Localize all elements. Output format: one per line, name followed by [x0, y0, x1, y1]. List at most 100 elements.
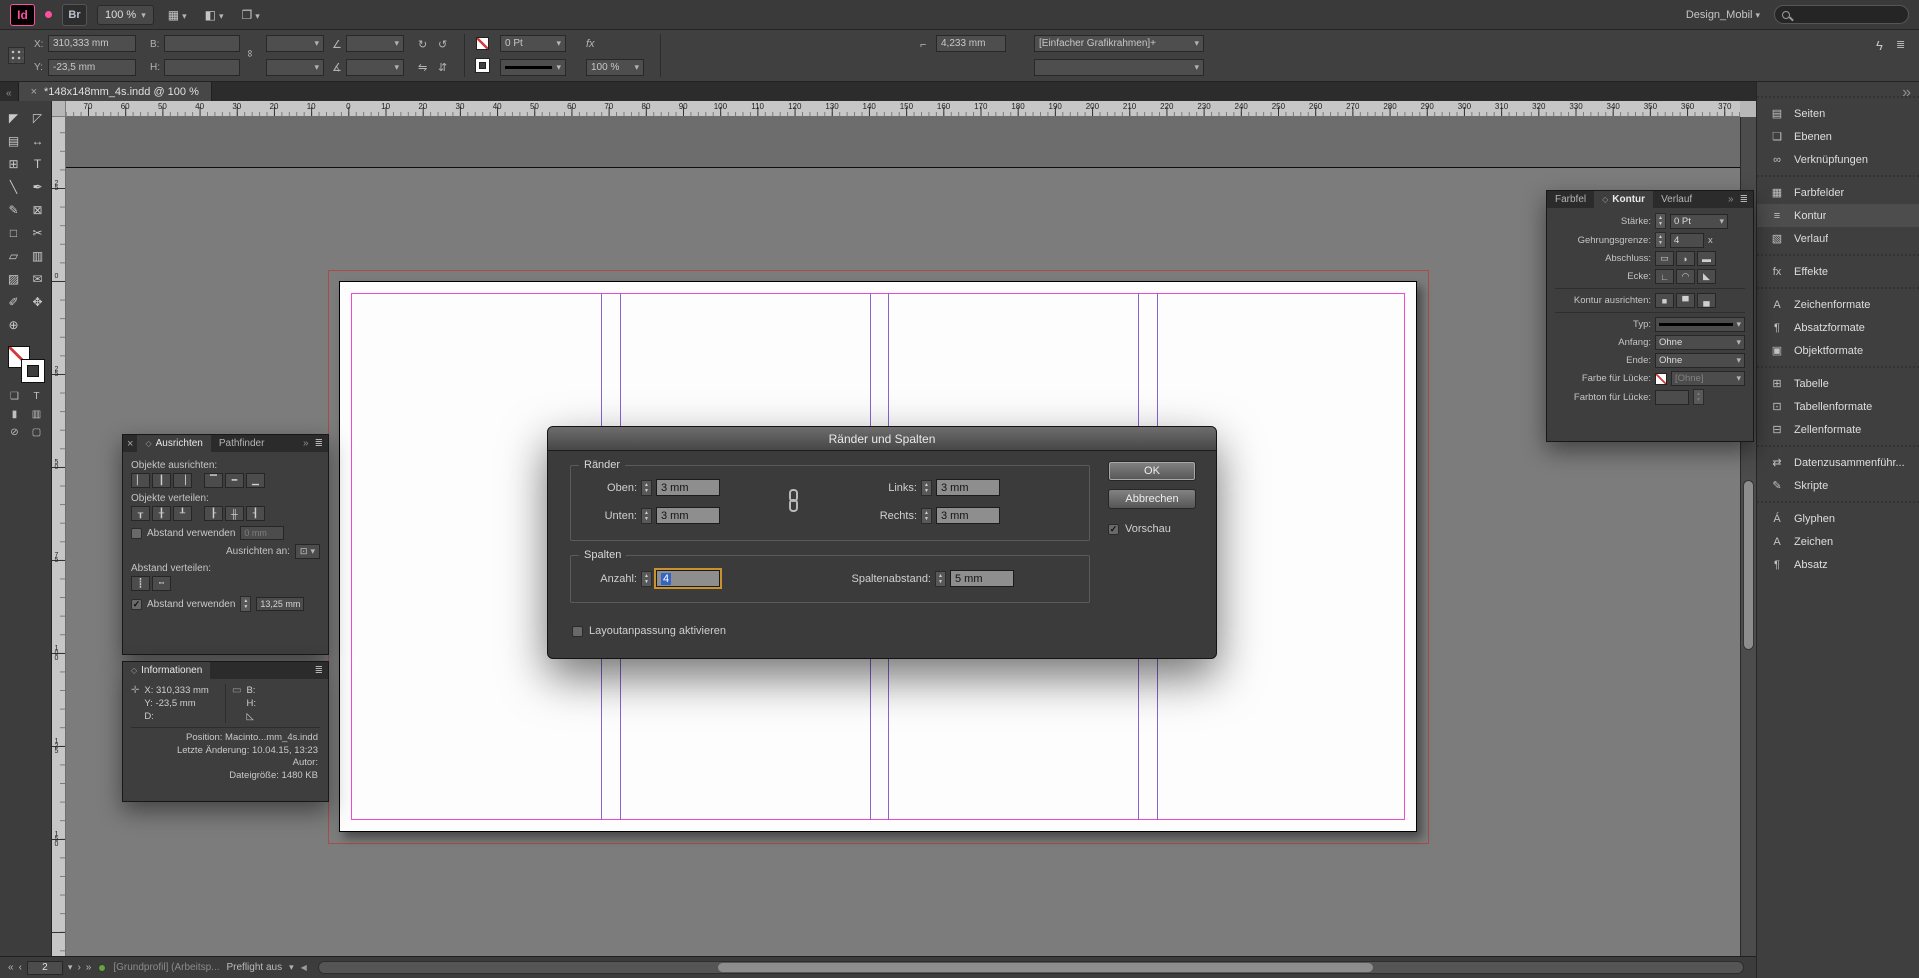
round-cap-button[interactable]: ◗	[1676, 251, 1695, 266]
stroke-color-swatch[interactable]	[476, 37, 489, 50]
top-margin-stepper[interactable]	[641, 480, 652, 496]
bridge-icon[interactable]: Br	[62, 4, 87, 26]
use-spacing2-checkbox[interactable]: Abstand verwenden 13,25 mm	[131, 596, 320, 612]
tab-pathfinder[interactable]: Pathfinder	[211, 435, 273, 452]
distribute-vcenter-button[interactable]: ╂	[152, 506, 171, 521]
opacity-field[interactable]: 100 %	[586, 59, 644, 76]
collapse-tabs-icon[interactable]	[0, 82, 18, 101]
x-position-field[interactable]: 310,333 mm	[48, 35, 136, 52]
zoom-level-dropdown[interactable]: 100 %	[97, 5, 154, 25]
dock-item-objektformate[interactable]: ▣Objektformate	[1757, 339, 1919, 362]
arrange-documents-button[interactable]: ❐	[237, 8, 263, 22]
rectangle-frame-tool[interactable]: ⊠	[26, 198, 50, 221]
type-tool[interactable]: T	[26, 152, 50, 175]
formatting-affects-container-icon[interactable]: ❑	[5, 388, 25, 404]
preview-checkbox[interactable]: Vorschau	[1108, 523, 1171, 535]
cancel-button[interactable]: Abbrechen	[1108, 489, 1196, 509]
dock-item-farbfelder[interactable]: ▦Farbfelder	[1757, 181, 1919, 204]
reference-point-selector[interactable]	[8, 47, 25, 64]
left-margin-field[interactable]: 3 mm	[936, 479, 1000, 496]
close-panel-icon[interactable]	[123, 435, 137, 452]
expand-panels-icon[interactable]	[1902, 84, 1911, 102]
right-margin-field[interactable]: 3 mm	[936, 507, 1000, 524]
top-margin-field[interactable]: 3 mm	[656, 479, 720, 496]
dock-item-absatzformate[interactable]: ¶Absatzformate	[1757, 316, 1919, 339]
pencil-tool[interactable]: ✎	[2, 198, 26, 221]
right-margin-stepper[interactable]	[921, 508, 932, 524]
double-chevron-icon[interactable]	[1728, 194, 1734, 205]
use-spacing-checkbox[interactable]: Abstand verwenden 0 mm	[131, 526, 320, 540]
end-dropdown[interactable]: Ohne	[1655, 353, 1745, 368]
tab-verlauf[interactable]: Verlauf	[1653, 191, 1700, 208]
dock-item-glyphen[interactable]: ÁGlyphen	[1757, 507, 1919, 530]
vertical-ruler[interactable]: 250255075100125150	[52, 117, 66, 956]
gutter-stepper[interactable]	[935, 571, 946, 587]
free-transform-tool[interactable]: ▱	[2, 244, 26, 267]
document-tab[interactable]: *148x148mm_4s.indd @ 100 %	[18, 82, 212, 101]
stroke-type-dropdown[interactable]	[1655, 317, 1745, 332]
selection-tool[interactable]: ◤	[2, 106, 26, 129]
dock-item-tabelle[interactable]: ⊞Tabelle	[1757, 372, 1919, 395]
dock-item-skripte[interactable]: ✎Skripte	[1757, 474, 1919, 497]
bottom-margin-stepper[interactable]	[641, 508, 652, 524]
direct-selection-tool[interactable]: ◸	[26, 106, 50, 129]
dock-item-verlauf[interactable]: ▧Verlauf	[1757, 227, 1919, 250]
dock-item-verknuepfungen[interactable]: ∞Verknüpfungen	[1757, 148, 1919, 171]
object-style-dropdown[interactable]: [Einfacher Grafikrahmen]+	[1034, 35, 1204, 52]
dock-item-tabellenformate[interactable]: ⊡Tabellenformate	[1757, 395, 1919, 418]
gradient-swatch-tool[interactable]: ▥	[26, 244, 50, 267]
distribute-bottom-button[interactable]: ┸	[173, 506, 192, 521]
panel-menu-icon[interactable]	[315, 665, 323, 676]
y-position-field[interactable]: -23,5 mm	[48, 59, 136, 76]
align-vcenter-button[interactable]: ━	[225, 473, 244, 488]
stroke-swatch-icon[interactable]	[22, 360, 44, 382]
align-hcenter-button[interactable]: ┃	[152, 473, 171, 488]
ruler-origin-corner[interactable]	[52, 101, 66, 117]
chevron-down-icon[interactable]	[289, 962, 294, 973]
rotate-ccw-icon[interactable]: ↺	[438, 38, 447, 51]
eyedropper-tool[interactable]: ✐	[2, 290, 26, 313]
search-input[interactable]	[1774, 5, 1909, 24]
dock-item-zeichen[interactable]: AZeichen	[1757, 530, 1919, 553]
chevron-down-icon[interactable]	[68, 962, 73, 973]
dock-item-zeichenformate[interactable]: AZeichenformate	[1757, 293, 1919, 316]
link-margins-icon[interactable]	[787, 489, 800, 515]
view-options-button[interactable]: ▦	[164, 8, 191, 22]
stroke-type-dropdown[interactable]	[500, 59, 566, 76]
content-collector-tool[interactable]: ⊞	[2, 152, 26, 175]
vertical-scrollbar-thumb[interactable]	[1743, 480, 1754, 650]
distribute-vspace-button[interactable]: ┋	[131, 576, 150, 591]
butt-cap-button[interactable]: ▭	[1655, 251, 1674, 266]
column-count-stepper[interactable]	[641, 571, 652, 587]
stroke-weight-dropdown[interactable]: 0 Pt	[500, 35, 566, 52]
scissors-tool[interactable]: ✂	[26, 221, 50, 244]
dock-item-seiten[interactable]: ▤Seiten	[1757, 102, 1919, 125]
flip-vertical-icon[interactable]: ⇵	[438, 61, 447, 74]
page-number-field[interactable]: 2	[27, 961, 63, 975]
layout-adjust-checkbox[interactable]: Layoutanpassung aktivieren	[572, 625, 726, 637]
rotation-angle-field[interactable]	[346, 35, 404, 52]
distribute-top-button[interactable]: ┰	[131, 506, 150, 521]
spacing2-value-field[interactable]: 13,25 mm	[256, 597, 304, 611]
stroke-weight-dropdown[interactable]: 0 Pt	[1670, 214, 1728, 229]
corner-radius-field[interactable]: 4,233 mm	[936, 35, 1006, 52]
shear-angle-field[interactable]	[346, 59, 404, 76]
width-field[interactable]	[164, 35, 240, 52]
miter-join-button[interactable]: ∟	[1655, 269, 1674, 284]
horizontal-scrollbar-thumb[interactable]	[718, 963, 1373, 972]
gap-tool[interactable]: ↔	[26, 129, 50, 152]
bevel-join-button[interactable]: ◣	[1697, 269, 1716, 284]
horizontal-scrollbar[interactable]	[318, 961, 1744, 974]
close-tab-icon[interactable]	[31, 86, 37, 98]
workspace-switcher[interactable]: Design_Mobil	[1682, 9, 1764, 21]
tab-farbfelder[interactable]: Farbfel	[1547, 191, 1594, 208]
quick-apply-icon[interactable]	[1876, 38, 1883, 53]
screen-mode-button[interactable]: ◧	[201, 8, 228, 22]
align-top-button[interactable]: ▔	[204, 473, 223, 488]
distribute-right-button[interactable]: ┨	[246, 506, 265, 521]
scale-x-field[interactable]	[266, 35, 324, 52]
line-tool[interactable]: ╲	[2, 175, 26, 198]
align-to-dropdown[interactable]: ⊡	[295, 544, 320, 559]
apply-gradient-icon[interactable]: ▥	[27, 406, 47, 422]
dock-item-effekte[interactable]: fxEffekte	[1757, 260, 1919, 283]
